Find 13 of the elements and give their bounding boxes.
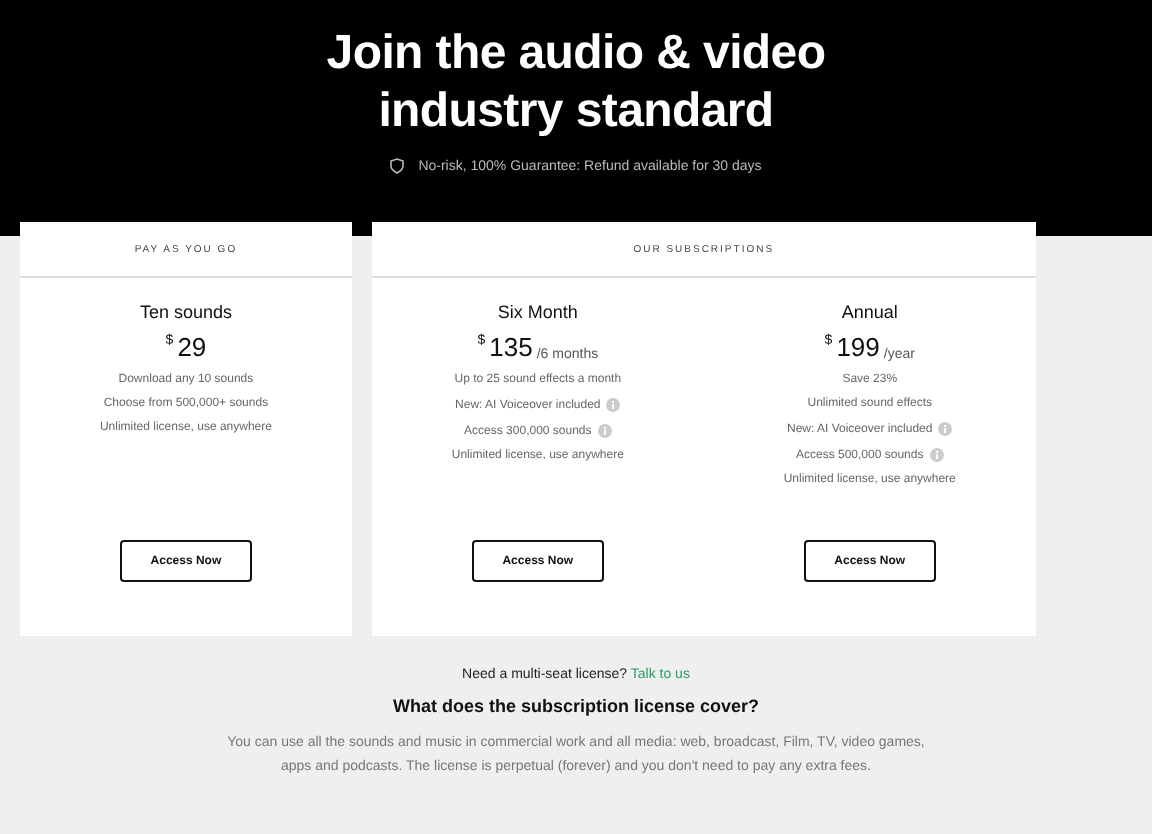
faq-question: What does the subscription license cover?	[390, 696, 762, 716]
info-icon[interactable]	[597, 424, 612, 438]
plan-name: Annual	[841, 302, 898, 322]
plan-price: 199	[836, 334, 880, 362]
hero-title: Join the audio & video industry standard	[324, 24, 828, 140]
plan-name: Six Month	[497, 302, 578, 322]
info-icon[interactable]	[929, 448, 944, 462]
plan-price: 29	[177, 334, 207, 362]
info-icon[interactable]	[606, 398, 621, 412]
info-icon[interactable]	[938, 422, 953, 436]
plan-name: Ten sounds	[139, 302, 232, 322]
plan-price: 135	[489, 334, 533, 362]
shield-icon	[390, 158, 405, 174]
